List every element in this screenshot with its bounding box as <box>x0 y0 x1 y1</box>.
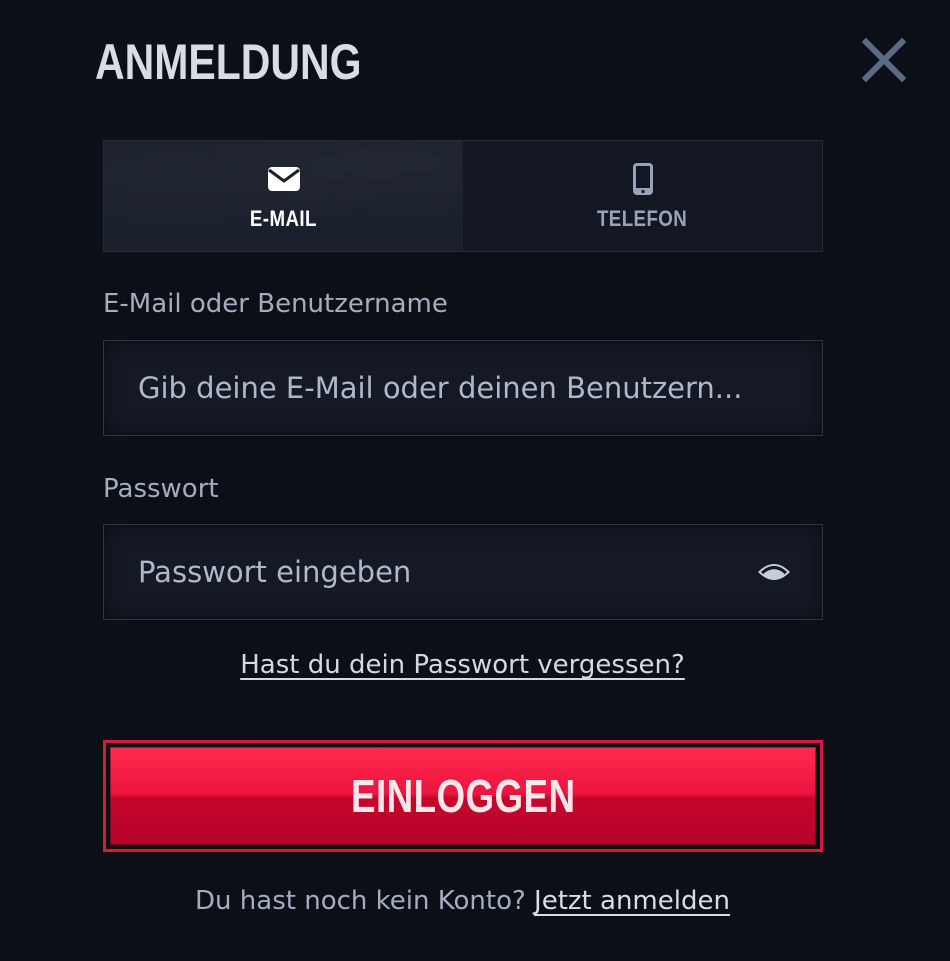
password-label: Passwort <box>103 474 219 504</box>
tab-phone-label: TELEFON <box>597 206 688 231</box>
show-password-toggle[interactable] <box>754 552 794 592</box>
email-input[interactable] <box>104 341 822 435</box>
login-button-label: EINLOGGEN <box>350 770 576 822</box>
close-icon <box>861 37 907 83</box>
signup-row: Du hast noch kein Konto? Jetzt anmelden <box>0 886 925 916</box>
tab-email[interactable]: E-MAIL <box>104 141 463 251</box>
password-input-box <box>103 524 823 620</box>
signup-prompt: Du hast noch kein Konto? <box>195 886 526 916</box>
login-button-face: EINLOGGEN <box>110 747 816 845</box>
login-method-tabs: E-MAIL TELEFON <box>103 140 823 252</box>
signup-link[interactable]: Jetzt anmelden <box>534 886 730 916</box>
tab-email-label: E-MAIL <box>250 206 317 231</box>
eye-icon <box>758 564 790 580</box>
close-button[interactable] <box>858 34 910 86</box>
tab-phone[interactable]: TELEFON <box>463 141 822 251</box>
phone-icon <box>632 162 654 196</box>
login-modal: ANMELDUNG E-MAIL TELEFON E-Mail oder Ben… <box>0 0 950 961</box>
email-label: E-Mail oder Benutzername <box>103 289 448 319</box>
modal-title: ANMELDUNG <box>95 34 362 90</box>
forgot-password-link[interactable]: Hast du dein Passwort vergessen? <box>0 650 925 680</box>
password-input[interactable] <box>104 525 754 619</box>
envelope-icon <box>267 162 301 196</box>
login-button[interactable]: EINLOGGEN <box>103 740 823 852</box>
email-input-box <box>103 340 823 436</box>
